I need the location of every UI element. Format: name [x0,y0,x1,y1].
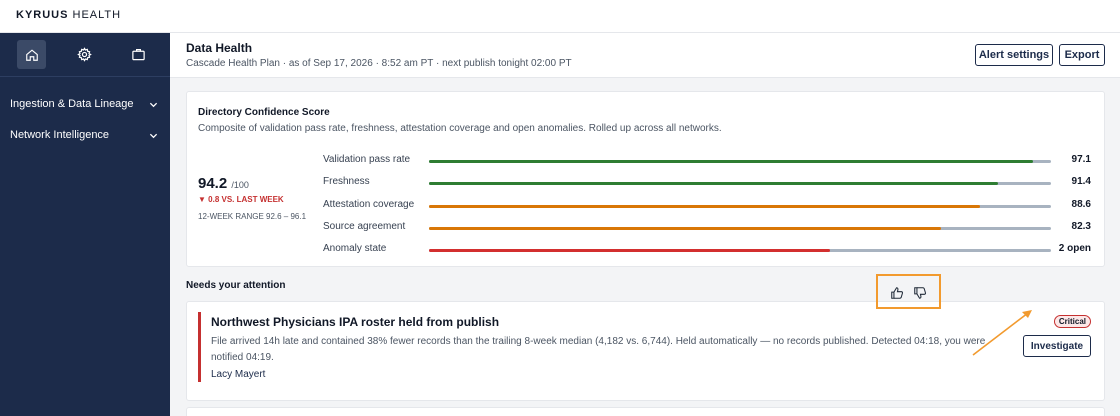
metric-value: 82.3 [1071,220,1091,232]
metric-bar [429,226,1051,230]
chevron-down-icon [149,133,158,138]
alert-title: Northwest Physicians IPA roster held fro… [211,315,500,329]
brand-logo: KYRUUS HEALTH [16,9,122,21]
top-bar: KYRUUS HEALTH [0,0,1120,33]
page-title: Data Health [186,41,253,55]
thumbs-down-icon[interactable] [913,286,927,300]
card-description: Composite of validation pass rate, fresh… [198,123,722,134]
main-content: Data Health Cascade Health Plan · as of … [170,33,1120,416]
sidebar-item-network-intelligence[interactable]: Network Intelligence [0,122,170,148]
metric-label: Attestation coverage [323,198,415,210]
confidence-score: 94.2 /100 [198,175,249,192]
alert-card[interactable]: Northwest Physicians IPA roster held fro… [186,301,1105,401]
section-title-attention: Needs your attention [186,280,286,291]
thumbs-up-icon[interactable] [890,286,904,300]
metric-label: Anomaly state [323,243,387,255]
severity-bar [198,312,201,382]
metric-bar [429,204,1051,208]
alert-description: File arrived 14h late and contained 38% … [211,336,986,363]
chevron-down-icon [149,102,158,107]
sidebar-item-label: Network Intelligence [10,129,110,141]
feedback-highlight [876,274,941,309]
metric-label: Source agreement [323,220,406,232]
metric-bar [429,160,1051,163]
home-icon[interactable] [17,40,46,69]
sidebar: Ingestion & Data Lineage Network Intelli… [0,33,170,416]
sidebar-icon-row [0,33,170,77]
metric-value: 97.1 [1071,154,1091,165]
metric-bar-fill [429,160,1033,163]
sidebar-item-ingestion[interactable]: Ingestion & Data Lineage [0,91,170,117]
metric-bar [429,249,1051,253]
confidence-score-card: Directory Confidence Score Composite of … [186,91,1105,267]
metric-value: 2 open [1058,243,1091,255]
export-button[interactable]: Export [1059,44,1105,66]
page-header: Data Health Cascade Health Plan · as of … [170,33,1120,78]
score-range: 12-WEEK RANGE 92.6 – 96.1 [198,212,307,221]
metric-label: Freshness [323,176,370,188]
metric-bar-fill [429,226,941,230]
metric-value: 88.6 [1071,198,1091,210]
alert-owner-link[interactable]: Lacy Mayert [211,369,265,380]
alert-settings-button[interactable]: Alert settings [975,44,1053,66]
metric-bar-fill [429,182,998,186]
metric-bar-fill [429,204,981,208]
gear-icon[interactable] [70,40,99,69]
metric-bar [429,182,1051,186]
metric-bar-fill [429,249,831,253]
investigate-button[interactable]: Investigate [1023,335,1091,357]
card-title: Directory Confidence Score [198,107,330,118]
status-badge: Critical [1053,315,1091,328]
next-card [186,407,1105,416]
metric-label: Validation pass rate [323,154,411,165]
sidebar-item-label: Ingestion & Data Lineage [10,98,134,110]
score-delta: ▼ 0.8 VS. LAST WEEK [198,195,284,204]
page-subtitle: Cascade Health Plan · as of Sep 17, 2026… [186,58,572,69]
briefcase-icon[interactable] [124,40,153,69]
metric-value: 91.4 [1071,176,1091,188]
